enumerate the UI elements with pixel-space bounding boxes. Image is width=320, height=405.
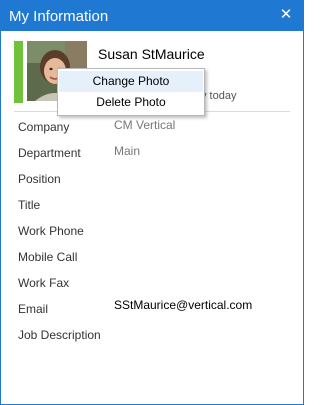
field-value-company: CM Vertical — [114, 118, 176, 132]
field-value-department: Main — [114, 144, 141, 158]
change-photo-menu-item[interactable]: Change Photo — [59, 71, 203, 92]
window-title: My Information — [9, 8, 109, 25]
field-label-email: Email — [18, 302, 49, 316]
field-label-company: Company — [18, 120, 70, 134]
delete-photo-menu-item[interactable]: Delete Photo — [59, 92, 203, 113]
field-label-work-fax: Work Fax — [18, 276, 70, 290]
field-label-work-phone: Work Phone — [18, 224, 84, 238]
field-label-job-description: Job Description — [18, 328, 101, 342]
field-label-mobile-call: Mobile Call — [18, 250, 78, 264]
status-text: y today — [201, 90, 237, 102]
my-information-window: My Information ✕ Susan StMaurice y today… — [0, 0, 304, 405]
field-label-department: Department — [18, 146, 81, 160]
close-icon[interactable]: ✕ — [278, 7, 294, 23]
field-value-email: SStMaurice@vertical.com — [114, 298, 253, 312]
photo-context-menu: Change Photo Delete Photo — [57, 68, 205, 116]
presence-indicator — [14, 41, 23, 103]
profile-name: Susan StMaurice — [98, 46, 205, 62]
field-label-position: Position — [18, 172, 61, 186]
title-bar: My Information ✕ — [1, 1, 303, 31]
field-label-title: Title — [18, 198, 41, 212]
